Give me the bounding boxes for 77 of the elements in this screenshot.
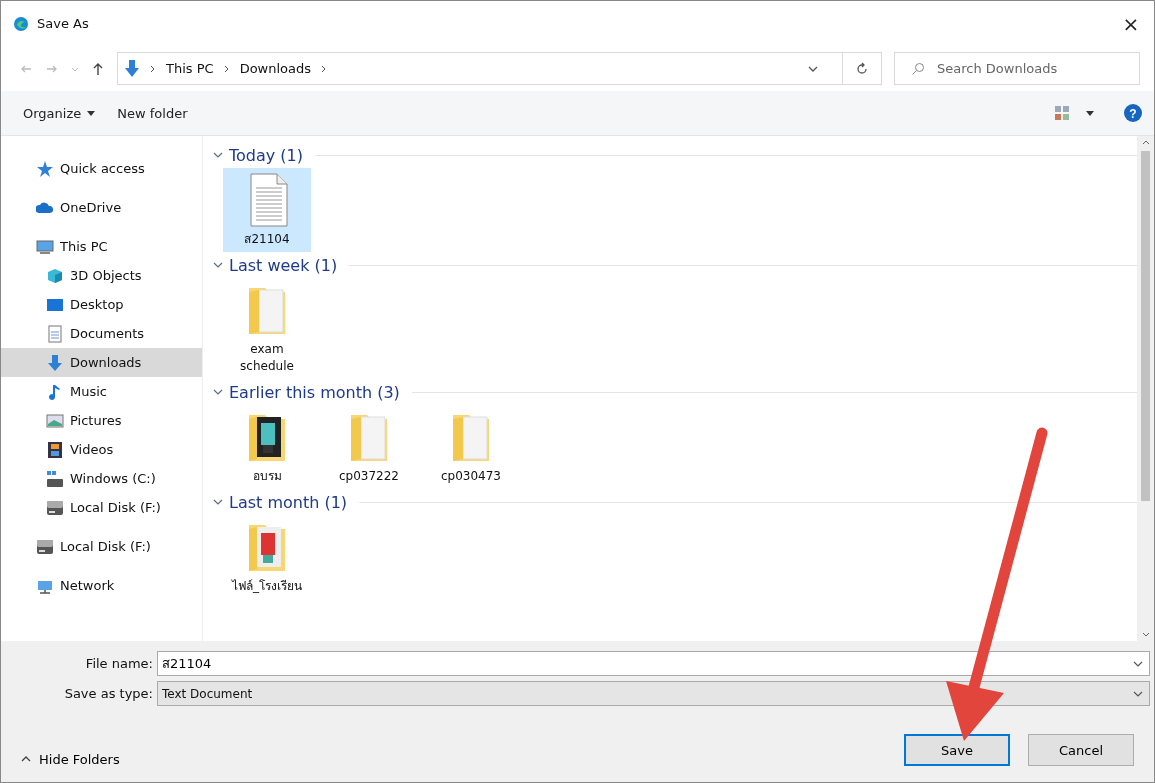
file-item[interactable]: cp037222	[325, 405, 413, 489]
sidebar-item[interactable]: Local Disk (F:)	[1, 532, 202, 561]
address-bar[interactable]: This PC Downloads	[117, 52, 882, 85]
video-icon	[46, 440, 64, 459]
vertical-scrollbar[interactable]	[1137, 136, 1154, 641]
view-caret-icon[interactable]	[1086, 110, 1094, 116]
star-icon	[36, 159, 54, 178]
down-icon	[46, 353, 64, 372]
help-icon[interactable]: ?	[1124, 104, 1142, 122]
sidebar-item[interactable]: Videos	[1, 435, 202, 464]
sidebar-item[interactable]: Network	[1, 571, 202, 600]
sidebar-item[interactable]: Desktop	[1, 290, 202, 319]
caret-icon	[21, 756, 31, 762]
file-name: อบรม	[251, 468, 283, 485]
window-title: Save As	[37, 16, 89, 31]
doc-icon	[46, 324, 64, 343]
drive-icon	[46, 498, 64, 517]
field-label: Save as type:	[63, 686, 153, 701]
close-button[interactable]: ×	[1108, 5, 1154, 42]
sidebar-item[interactable]: Pictures	[1, 406, 202, 435]
chevron-icon	[223, 64, 230, 73]
drive-icon	[36, 537, 54, 556]
organize-menu-button[interactable]: Organize	[17, 101, 102, 125]
search-field[interactable]: Search Downloads	[894, 52, 1140, 85]
sidebar-item[interactable]: Quick access	[1, 154, 202, 183]
cube-icon	[46, 266, 64, 285]
sidebar-item[interactable]: Downloads	[1, 348, 202, 377]
group-caret-icon[interactable]	[213, 499, 223, 505]
breadcrumb-item[interactable]: This PC	[166, 61, 214, 76]
file-item[interactable]: ไฟล์_โรงเรียน	[223, 515, 311, 599]
caret-icon	[87, 110, 96, 116]
hide-folders-button[interactable]: Hide Folders	[15, 750, 126, 768]
dialog-button[interactable]: Save	[904, 734, 1010, 766]
pic-icon	[46, 411, 64, 430]
group-header[interactable]: Today (1)	[229, 145, 304, 165]
file-item[interactable]: cp030473	[427, 405, 515, 489]
breadcrumb-item[interactable]: Downloads	[239, 61, 312, 76]
scroll-up-icon[interactable]	[1141, 140, 1150, 145]
file-name: cp037222	[338, 468, 400, 485]
monitor-icon	[36, 237, 54, 256]
scroll-down-icon[interactable]	[1141, 632, 1150, 637]
dropdown-caret-icon[interactable]	[1133, 690, 1143, 697]
sidebar-item[interactable]: Documents	[1, 319, 202, 348]
file-item[interactable]: อบรม	[223, 405, 311, 489]
dropdown-caret-icon[interactable]	[808, 65, 818, 72]
field-label: File name:	[84, 656, 153, 671]
group-header[interactable]: Last month (1)	[229, 492, 348, 512]
dialog-button[interactable]: Cancel	[1028, 734, 1134, 766]
file-item[interactable]: ส21104	[223, 168, 311, 252]
file-name: exam schedule	[239, 341, 295, 375]
group-header[interactable]: Last week (1)	[229, 255, 338, 275]
dropdown-caret-icon[interactable]	[1133, 660, 1143, 667]
new-folder-button[interactable]: New folder	[111, 101, 194, 125]
file-name: cp030473	[440, 468, 502, 485]
refresh-icon[interactable]	[855, 61, 869, 76]
sidebar-item[interactable]: OneDrive	[1, 193, 202, 222]
up-arrow-icon[interactable]	[91, 61, 105, 76]
view-options-icon[interactable]	[1054, 105, 1070, 121]
group-caret-icon[interactable]	[213, 389, 223, 395]
browser-logo-icon	[13, 15, 29, 32]
file-type-dropdown[interactable]: Text Document	[157, 681, 1150, 706]
sidebar-item[interactable]: Windows (C:)	[1, 464, 202, 493]
sidebar-item[interactable]: Local Disk (F:)	[1, 493, 202, 522]
file-name: ไฟล์_โรงเรียน	[230, 578, 303, 595]
sidebar-item[interactable]: This PC	[1, 232, 202, 261]
download-arrow-icon	[124, 59, 140, 78]
search-icon	[911, 61, 925, 76]
sidebar-item[interactable]: 3D Objects	[1, 261, 202, 290]
group-caret-icon[interactable]	[213, 152, 223, 158]
file-name: ส21104	[243, 231, 291, 248]
file-item[interactable]: exam schedule	[223, 278, 311, 379]
search-input[interactable]: Search Downloads	[935, 53, 1129, 84]
group-caret-icon[interactable]	[213, 262, 223, 268]
sidebar-item[interactable]: Music	[1, 377, 202, 406]
chevron-icon	[321, 64, 328, 73]
group-header[interactable]: Earlier this month (3)	[229, 382, 400, 402]
chevron-icon	[150, 64, 156, 73]
